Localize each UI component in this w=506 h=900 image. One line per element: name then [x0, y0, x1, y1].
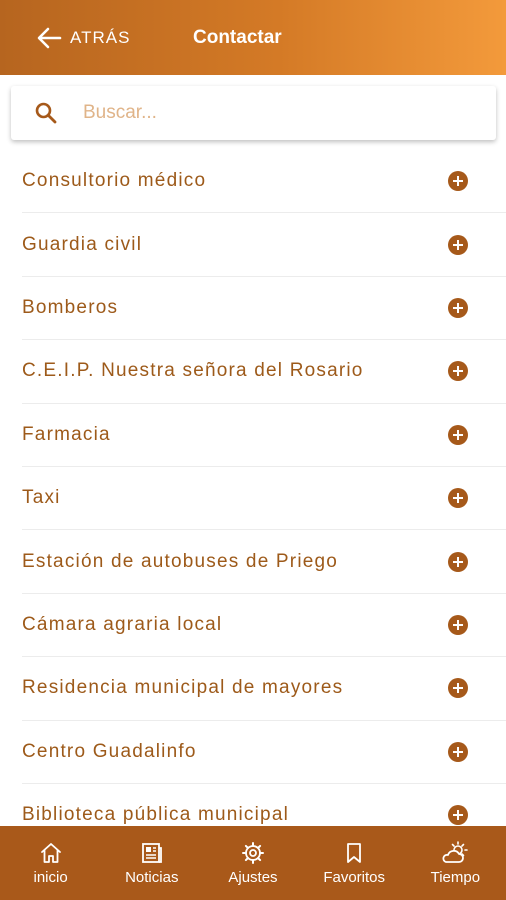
list-item[interactable]: Taxi: [22, 467, 506, 531]
page-title: Contactar: [193, 27, 282, 48]
tab-label: Ajustes: [228, 869, 278, 886]
bookmark-icon: [342, 840, 366, 866]
list-item-label: Taxi: [22, 487, 61, 509]
tab-inicio[interactable]: inicio: [3, 826, 99, 900]
tab-label: inicio: [33, 869, 68, 886]
bottom-tab-bar: inicio Noticias Ajustes Favoritos Tiempo: [0, 826, 506, 900]
tab-ajustes[interactable]: Ajustes: [205, 826, 301, 900]
list-item-label: Guardia civil: [22, 233, 143, 255]
add-circle-icon[interactable]: [448, 678, 468, 699]
gear-icon: [241, 840, 265, 866]
add-circle-icon[interactable]: [448, 488, 468, 509]
weather-icon: [441, 840, 469, 866]
list-item[interactable]: Bomberos: [22, 277, 506, 341]
add-circle-icon[interactable]: [448, 741, 468, 762]
list-item-label: Consultorio médico: [22, 170, 207, 192]
back-button[interactable]: ATRÁS: [36, 24, 130, 52]
search-icon: [34, 101, 58, 130]
search-bar: [11, 86, 496, 140]
list-item[interactable]: Estación de autobuses de Priego: [22, 530, 506, 594]
back-label: ATRÁS: [70, 28, 131, 47]
add-circle-icon[interactable]: [448, 171, 468, 192]
list-item-label: Residencia municipal de mayores: [22, 677, 344, 699]
list-item-label: Estación de autobuses de Priego: [22, 550, 339, 572]
list-item-label: Centro Guadalinfo: [22, 740, 197, 762]
list-item-label: Farmacia: [22, 423, 111, 445]
add-circle-icon[interactable]: [448, 551, 468, 572]
arrow-left-icon: [36, 26, 62, 50]
list-item[interactable]: Guardia civil: [22, 213, 506, 277]
add-circle-icon[interactable]: [448, 297, 468, 318]
add-circle-icon[interactable]: [448, 234, 468, 255]
app-header: ATRÁS Contactar: [0, 0, 506, 75]
list-item[interactable]: Residencia municipal de mayores: [22, 657, 506, 721]
list-item-label: Bomberos: [22, 296, 119, 318]
newspaper-icon: [140, 840, 164, 866]
list-item[interactable]: Consultorio médico: [22, 150, 506, 214]
tab-label: Tiempo: [430, 869, 481, 886]
home-icon: [39, 840, 63, 866]
tab-tiempo[interactable]: Tiempo: [407, 826, 503, 900]
add-circle-icon[interactable]: [448, 805, 468, 826]
add-circle-icon[interactable]: [448, 614, 468, 635]
add-circle-icon[interactable]: [448, 361, 468, 382]
tab-noticias[interactable]: Noticias: [104, 826, 200, 900]
add-circle-icon[interactable]: [448, 424, 468, 445]
tab-favoritos[interactable]: Favoritos: [306, 826, 402, 900]
list-item[interactable]: Cámara agraria local: [22, 594, 506, 658]
list-item[interactable]: C.E.I.P. Nuestra señora del Rosario: [22, 340, 506, 404]
search-input[interactable]: [83, 98, 473, 128]
list-item-label: Cámara agraria local: [22, 613, 223, 635]
tab-label: Noticias: [125, 869, 179, 886]
list-item[interactable]: Centro Guadalinfo: [22, 721, 506, 784]
tab-label: Favoritos: [323, 869, 385, 886]
list-item[interactable]: Farmacia: [22, 404, 506, 467]
list-item-label: Biblioteca pública municipal: [22, 804, 290, 826]
contact-list: Consultorio médico Guardia civil Bombero…: [0, 150, 506, 848]
list-item-label: C.E.I.P. Nuestra señora del Rosario: [22, 360, 364, 382]
